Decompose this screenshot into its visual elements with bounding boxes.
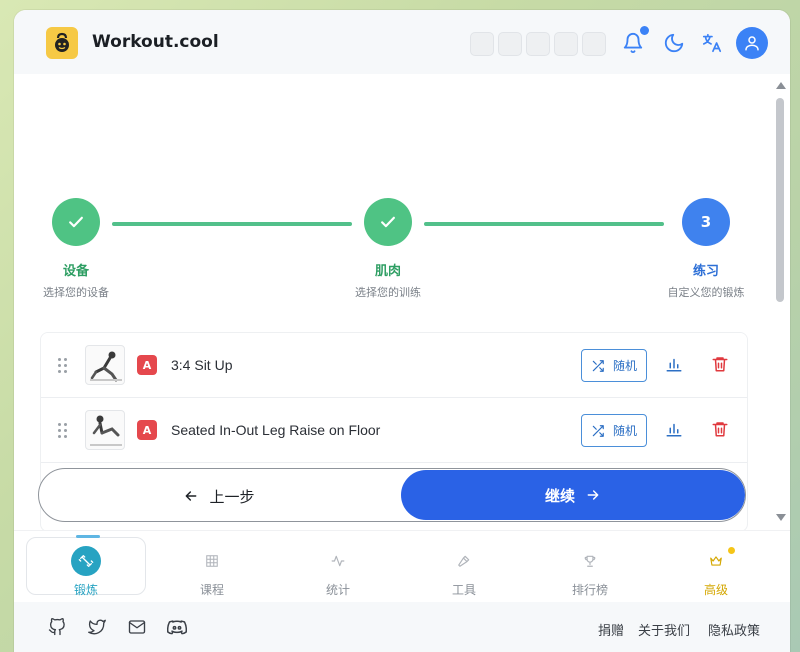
arrow-left-icon [186, 491, 197, 501]
trash-icon[interactable] [711, 420, 731, 440]
mail-icon[interactable] [126, 616, 148, 638]
grid-icon [196, 545, 228, 577]
stepper-connector [424, 222, 664, 226]
random-button-label: 随机 [612, 359, 637, 373]
header-placeholder-box [582, 32, 606, 56]
header-placeholder-box [554, 32, 578, 56]
footer: 捐赠 关于我们 隐私政策 [14, 602, 790, 652]
brand-name[interactable]: Workout.cool [92, 32, 219, 52]
activity-icon [322, 545, 354, 577]
privacy-link[interactable]: 隐私政策 [708, 620, 760, 639]
stepper-connector [112, 222, 352, 226]
tab-label: 课程 [199, 583, 224, 597]
moon-icon[interactable] [661, 30, 687, 56]
tab-programs[interactable]: 课程 [157, 545, 267, 598]
dumbbell-icon [71, 546, 101, 576]
category-badge: A [137, 420, 157, 440]
active-tab-indicator [76, 535, 100, 538]
step-1-check-icon[interactable] [52, 198, 100, 246]
tab-label: 排行榜 [571, 583, 608, 597]
continue-button[interactable]: 继续 [401, 470, 745, 520]
exercise-thumbnail[interactable] [85, 410, 125, 450]
user-avatar-button[interactable] [736, 27, 768, 59]
premium-badge-dot [728, 547, 735, 554]
tab-tools[interactable]: 工具 [409, 545, 519, 598]
user-icon [745, 36, 759, 51]
drag-handle-icon[interactable] [57, 357, 69, 375]
translate-icon[interactable] [699, 30, 725, 56]
trophy-icon [574, 545, 606, 577]
twitter-icon[interactable] [86, 616, 108, 638]
random-button[interactable]: 随机 [581, 414, 647, 447]
previous-button[interactable]: 上一步 [39, 469, 399, 521]
shuffle-icon [592, 359, 604, 372]
step-2-check-icon[interactable] [364, 198, 412, 246]
previous-button-label: 上一步 [209, 487, 255, 506]
tab-leaderboard[interactable]: 排行榜 [535, 545, 645, 598]
exercise-name: 3:4 Sit Up [171, 357, 233, 373]
step-3-number[interactable]: 3 [682, 198, 730, 246]
step-2-subtitle: 选择您的训练 [355, 286, 421, 299]
header-placeholder-box [498, 32, 522, 56]
step-3-title: 练习 [692, 264, 719, 279]
header-placeholder-box [470, 32, 494, 56]
donate-link[interactable]: 捐赠 [598, 620, 624, 639]
discord-icon[interactable] [166, 616, 188, 638]
scroll-down-arrow[interactable] [776, 514, 786, 521]
stats-chart-icon[interactable] [665, 420, 685, 440]
random-button-label: 随机 [612, 424, 637, 438]
step-1-title: 设备 [62, 264, 89, 279]
exercise-name: Seated In-Out Leg Raise on Floor [171, 422, 381, 438]
notification-dot [640, 26, 649, 35]
category-badge: A [137, 355, 157, 375]
exercise-row[interactable]: A 3:4 Sit Up 随机 [41, 333, 747, 398]
exercise-thumbnail[interactable] [85, 345, 125, 385]
scrollbar-thumb[interactable] [776, 98, 784, 302]
tab-workout[interactable]: 锻炼 [31, 545, 141, 598]
drag-handle-icon[interactable] [57, 422, 69, 440]
step-1-subtitle: 选择您的设备 [43, 286, 109, 299]
github-icon[interactable] [46, 616, 68, 638]
tab-label: 统计 [325, 583, 350, 597]
app-header: Workout.cool [14, 10, 790, 74]
tab-label: 工具 [451, 583, 476, 597]
stats-chart-icon[interactable] [665, 355, 685, 375]
scroll-up-arrow[interactable] [776, 82, 786, 89]
trash-icon[interactable] [711, 355, 731, 375]
about-link[interactable]: 关于我们 [638, 620, 690, 639]
step-navigation: 上一步 继续 [38, 468, 746, 522]
header-placeholder-box [526, 32, 550, 56]
random-button[interactable]: 随机 [581, 349, 647, 382]
step-2-title: 肌肉 [374, 264, 401, 279]
app-window: Workout.cool 3 设备 选择您的设备 肌肉 选择您的训练 练习 自定… [14, 10, 790, 652]
shuffle-icon [592, 424, 604, 437]
tab-label: 高级 [703, 583, 728, 597]
hammer-icon [448, 545, 480, 577]
tab-statistics[interactable]: 统计 [283, 545, 393, 598]
kettlebell-logo-icon[interactable] [46, 27, 78, 59]
tab-label: 锻炼 [73, 583, 98, 597]
continue-button-label: 继续 [544, 486, 575, 505]
exercise-row[interactable]: A Seated In-Out Leg Raise on Floor 随机 [41, 398, 747, 463]
arrow-right-icon [587, 490, 599, 500]
tab-premium[interactable]: 高级 [661, 545, 771, 598]
step-3-subtitle: 自定义您的锻炼 [667, 286, 745, 299]
